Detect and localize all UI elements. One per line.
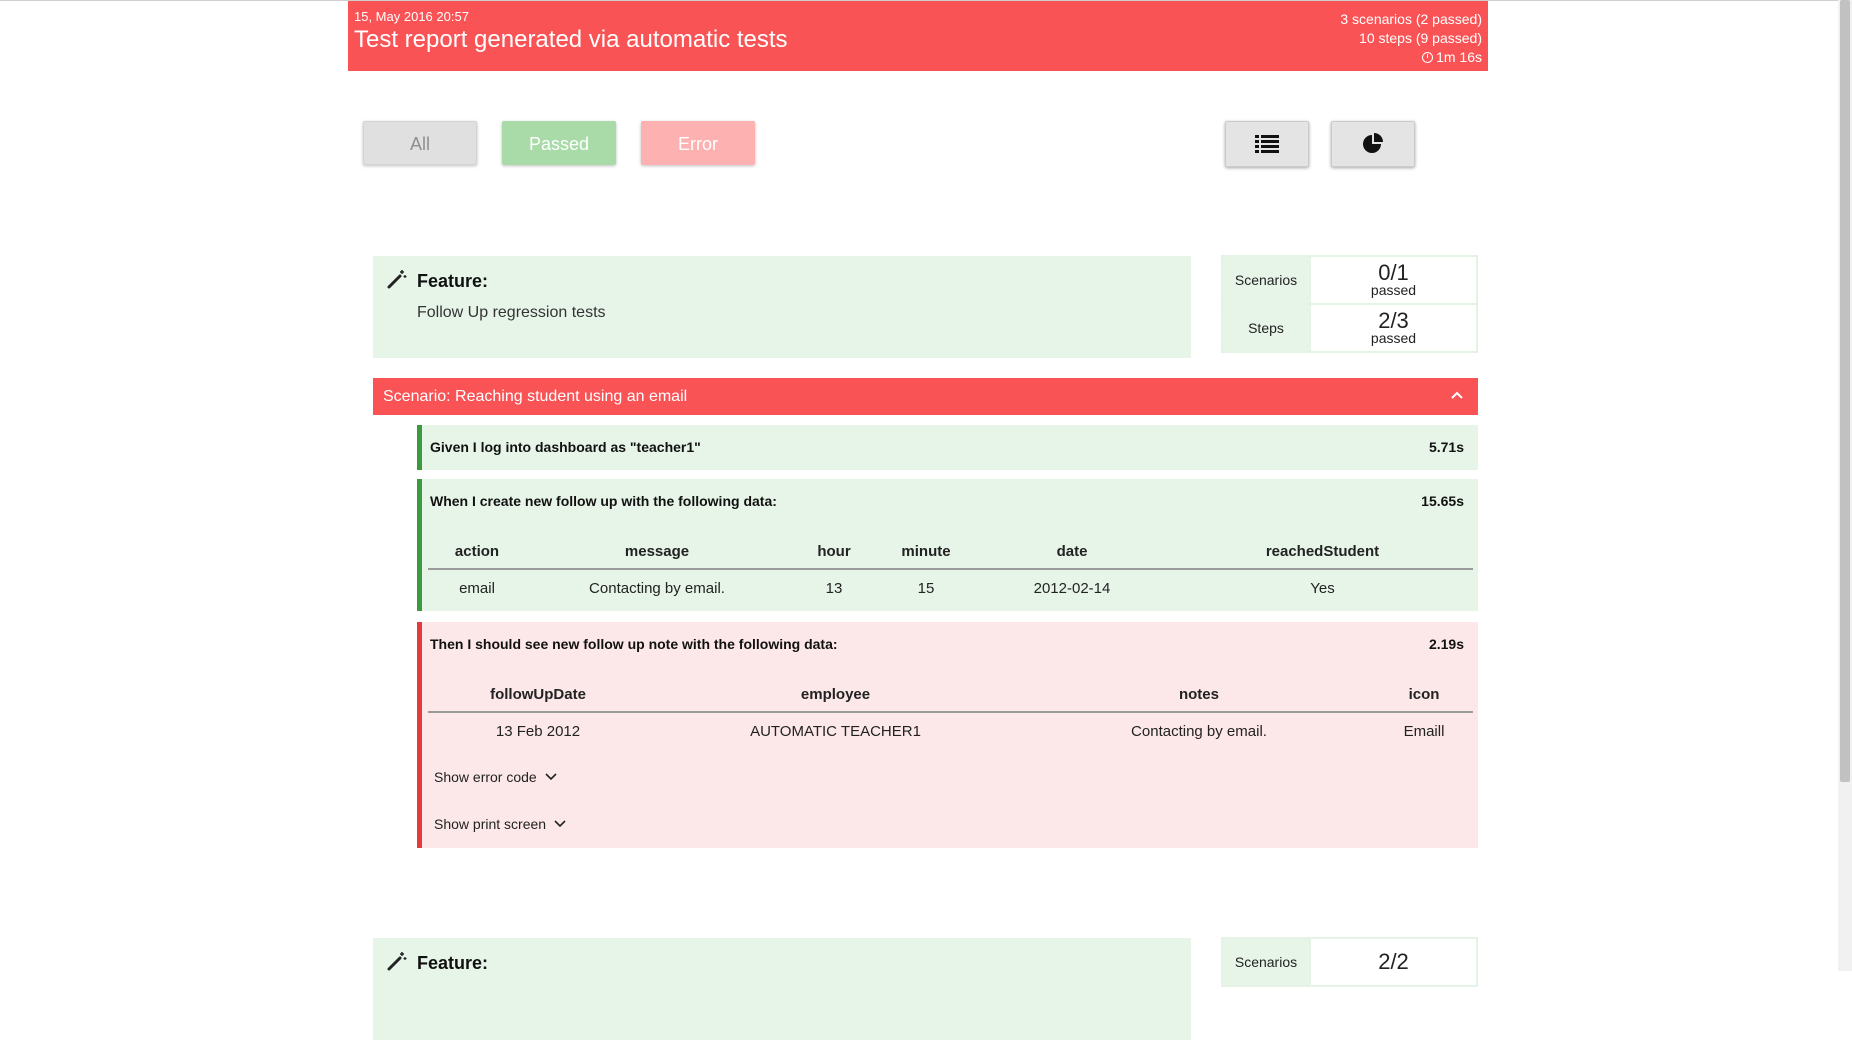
scenarios-stat: 2/2 <box>1310 938 1477 986</box>
step-duration: 15.65s <box>1421 493 1464 509</box>
column-header: employee <box>648 677 1023 712</box>
scenario-header[interactable]: Scenario: Reaching student using an emai… <box>373 378 1478 415</box>
filter-all-button[interactable]: All <box>363 121 477 165</box>
column-header: followUpDate <box>428 677 648 712</box>
step-text: When I create new follow up with the fol… <box>430 493 777 509</box>
table-row: 13 Feb 2012 AUTOMATIC TEACHER1 Contactin… <box>428 712 1473 749</box>
column-header: reachedStudent <box>1172 534 1473 569</box>
table-cell: Emaill <box>1375 712 1473 749</box>
scenarios-label: Scenarios <box>1222 938 1310 986</box>
report-summary: 3 scenarios (2 passed) 10 steps (9 passe… <box>1340 10 1482 67</box>
clock-icon <box>1422 52 1433 63</box>
step-duration: 5.71s <box>1429 439 1464 455</box>
duration-summary: 1m 16s <box>1340 48 1482 67</box>
chevron-down-icon <box>545 773 557 781</box>
chevron-down-icon <box>554 820 566 828</box>
vertical-scrollbar[interactable] <box>1838 0 1852 971</box>
table-cell: 15 <box>880 569 972 606</box>
step-text: Then I should see new follow up note wit… <box>430 636 838 652</box>
table-cell: Contacting by email. <box>1023 712 1375 749</box>
step-text: Given I log into dashboard as "teacher1" <box>430 439 701 455</box>
step-data-table: action message hour minute date reachedS… <box>428 534 1473 606</box>
scenarios-label: Scenarios <box>1222 256 1310 304</box>
list-view-button[interactable] <box>1225 121 1309 167</box>
magic-wand-icon <box>387 269 407 289</box>
column-header: icon <box>1375 677 1473 712</box>
scrollbar-thumb[interactable] <box>1840 0 1850 782</box>
step-row: Given I log into dashboard as "teacher1"… <box>417 425 1478 470</box>
feature-panel: Feature: <box>373 938 1191 1040</box>
column-header: action <box>428 534 526 569</box>
table-header-row: action message hour minute date reachedS… <box>428 534 1473 569</box>
table-row: email Contacting by email. 13 15 2012-02… <box>428 569 1473 606</box>
steps-summary: 10 steps (9 passed) <box>1340 29 1482 48</box>
column-header: hour <box>788 534 880 569</box>
step-duration: 2.19s <box>1429 636 1464 652</box>
scenarios-stat: 0/1 passed <box>1310 256 1477 304</box>
scenarios-value: 0/1 <box>1311 263 1476 283</box>
feature-stats: Scenarios 2/2 <box>1221 937 1478 987</box>
chevron-up-icon[interactable] <box>1450 390 1464 400</box>
table-cell: Yes <box>1172 569 1473 606</box>
steps-sub: passed <box>1311 331 1476 345</box>
table-cell: 2012-02-14 <box>972 569 1172 606</box>
show-print-screen-toggle[interactable]: Show print screen <box>434 816 566 832</box>
scenarios-value: 2/2 <box>1311 952 1476 972</box>
pie-chart-icon <box>1361 132 1385 156</box>
duration-value: 1m 16s <box>1436 49 1482 65</box>
scenarios-summary: 3 scenarios (2 passed) <box>1340 10 1482 29</box>
steps-stat: 2/3 passed <box>1310 304 1477 352</box>
report-header: 15, May 2016 20:57 Test report generated… <box>348 1 1488 71</box>
show-error-code-label: Show error code <box>434 769 537 785</box>
magic-wand-icon <box>387 951 407 971</box>
column-header: notes <box>1023 677 1375 712</box>
table-cell: email <box>428 569 526 606</box>
table-cell: AUTOMATIC TEACHER1 <box>648 712 1023 749</box>
report-title: Test report generated via automatic test… <box>354 26 788 54</box>
scenarios-sub: passed <box>1311 283 1476 297</box>
column-header: message <box>526 534 788 569</box>
step-row: Then I should see new follow up note wit… <box>417 622 1478 848</box>
chart-view-button[interactable] <box>1331 121 1415 167</box>
feature-panel: Feature: Follow Up regression tests <box>373 256 1191 358</box>
table-cell: 13 Feb 2012 <box>428 712 648 749</box>
scenario-title: Scenario: Reaching student using an emai… <box>383 388 687 405</box>
step-row: When I create new follow up with the fol… <box>417 479 1478 611</box>
feature-description: Follow Up regression tests <box>417 304 606 322</box>
show-print-screen-label: Show print screen <box>434 816 546 832</box>
filter-error-button[interactable]: Error <box>641 121 755 165</box>
feature-title: Feature: <box>417 271 488 292</box>
step-data-table: followUpDate employee notes icon 13 Feb … <box>428 677 1473 749</box>
column-header: minute <box>880 534 972 569</box>
filter-passed-button[interactable]: Passed <box>502 121 616 165</box>
steps-label: Steps <box>1222 304 1310 352</box>
list-icon <box>1255 134 1279 154</box>
steps-value: 2/3 <box>1311 311 1476 331</box>
column-header: date <box>972 534 1172 569</box>
table-cell: 13 <box>788 569 880 606</box>
show-error-code-toggle[interactable]: Show error code <box>434 769 557 785</box>
table-cell: Contacting by email. <box>526 569 788 606</box>
report-date: 15, May 2016 20:57 <box>354 9 469 24</box>
table-header-row: followUpDate employee notes icon <box>428 677 1473 712</box>
feature-stats: Scenarios 0/1 passed Steps 2/3 passed <box>1221 255 1478 353</box>
